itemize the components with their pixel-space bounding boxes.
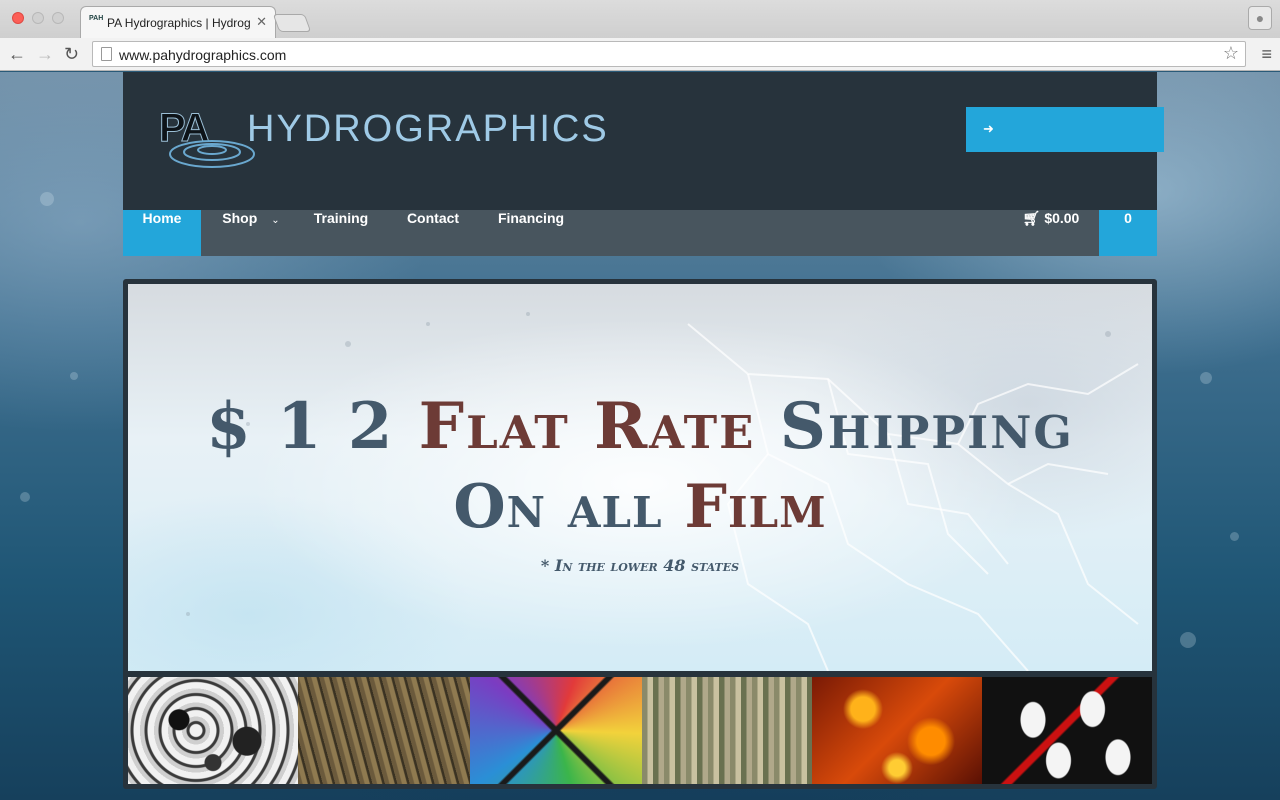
hero-on-all: On all	[453, 472, 663, 542]
forward-arrow-icon[interactable]: →	[36, 43, 54, 65]
nav-item-label: Shop	[222, 210, 258, 226]
hero-slide[interactable]: $ 1 2 Flat Rate Shipping On all Film * I…	[128, 284, 1152, 671]
nav-item-label: Contact	[406, 210, 460, 226]
rain-drop	[1180, 632, 1196, 648]
new-tab-button[interactable]	[272, 14, 312, 32]
logo-text: HYDROGRAPHICS	[247, 108, 609, 150]
hamburger-menu-icon[interactable]: ≡	[1261, 44, 1272, 65]
shopping-cart-icon: 🛒︎	[1022, 210, 1041, 226]
rain-drop	[1200, 372, 1212, 384]
chevron-down-icon: ⌄	[271, 215, 280, 226]
address-bar[interactable]: www.pahydrographics.com ☆	[92, 41, 1246, 67]
rain-drop	[70, 372, 78, 380]
cart-total: $0.00	[1044, 210, 1080, 226]
pattern-thumbnail[interactable]	[298, 677, 470, 784]
main-navigation: Home Shop ⌄ Training Contact Financing 🛒︎…	[123, 210, 1157, 256]
site-logo[interactable]: PA HYDROGRAPHICS	[159, 106, 719, 176]
browser-toolbar: ← → ↻ www.pahydrographics.com ☆ ≡	[0, 38, 1280, 71]
nav-item-home[interactable]: Home	[123, 210, 201, 256]
hero-headline-line1: $ 1 2 Flat Rate Shipping	[128, 389, 1152, 465]
hero-price: $ 1 2	[206, 389, 395, 464]
nav-item-label: Financing	[497, 210, 565, 226]
page-background: PA HYDROGRAPHICS ➜ Home Shop ⌄ Training C…	[0, 72, 1280, 800]
nav-item-label: Home	[142, 210, 182, 226]
rain-drop	[40, 192, 54, 206]
pattern-thumbnail[interactable]	[128, 677, 298, 784]
login-button[interactable]: ➜	[966, 107, 1164, 152]
browser-titlebar: PAH PA Hydrographics | Hydrog ✕ ●	[0, 0, 1280, 38]
water-ripple-icon	[169, 140, 255, 168]
profile-icon[interactable]: ●	[1248, 6, 1272, 30]
reload-icon[interactable]: ↻	[64, 43, 79, 65]
browser-tab[interactable]: PAH PA Hydrographics | Hydrog ✕	[80, 6, 276, 38]
bookmark-star-icon[interactable]: ☆	[1223, 43, 1239, 64]
hero-footnote: * In the lower 48 states	[540, 556, 740, 575]
window-close-button[interactable]	[12, 12, 24, 24]
hero-flat-rate: Flat Rate	[418, 389, 756, 464]
pattern-thumbnail-strip	[128, 677, 1152, 784]
pattern-thumbnail[interactable]	[812, 677, 982, 784]
tab-title: PA Hydrographics | Hydrog	[107, 16, 251, 30]
nav-item-label: Training	[313, 210, 369, 226]
cart-total-button[interactable]: 🛒︎ $0.00	[1003, 210, 1099, 256]
hero-shipping: Shipping	[779, 389, 1074, 464]
pattern-thumbnail[interactable]	[470, 677, 642, 784]
favicon-icon: PAH	[89, 15, 104, 22]
rain-drop	[1230, 532, 1239, 541]
window-maximize-button[interactable]	[52, 12, 64, 24]
nav-item-shop[interactable]: Shop ⌄	[201, 210, 301, 256]
url-text[interactable]: www.pahydrographics.com	[119, 47, 286, 63]
sign-in-icon: ➜	[983, 121, 994, 136]
site-header: PA HYDROGRAPHICS ➜	[123, 72, 1164, 210]
tab-close-icon[interactable]: ✕	[256, 14, 267, 30]
cart-count: 0	[1124, 210, 1132, 226]
nav-item-contact[interactable]: Contact	[391, 210, 475, 256]
page-icon	[101, 47, 112, 61]
cart-count-badge[interactable]: 0	[1099, 210, 1157, 256]
pattern-thumbnail[interactable]	[982, 677, 1152, 784]
window-minimize-button[interactable]	[32, 12, 44, 24]
rain-drop	[20, 492, 30, 502]
pattern-thumbnail[interactable]	[642, 677, 812, 784]
back-arrow-icon[interactable]: ←	[8, 43, 26, 65]
nav-item-training[interactable]: Training	[301, 210, 381, 256]
nav-item-financing[interactable]: Financing	[485, 210, 577, 256]
hero-headline-line2: On all Film	[128, 472, 1152, 542]
hero-film: Film	[684, 472, 827, 542]
hero-slider: $ 1 2 Flat Rate Shipping On all Film * I…	[123, 279, 1157, 789]
